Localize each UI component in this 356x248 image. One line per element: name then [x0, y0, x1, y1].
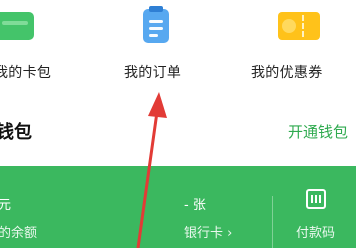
red-arrow-icon	[136, 92, 167, 248]
screen: 我的卡包 我的订单 我的优惠券 钱包 开通钱包 元 的余额 - 张 银行卡 › …	[0, 0, 356, 248]
